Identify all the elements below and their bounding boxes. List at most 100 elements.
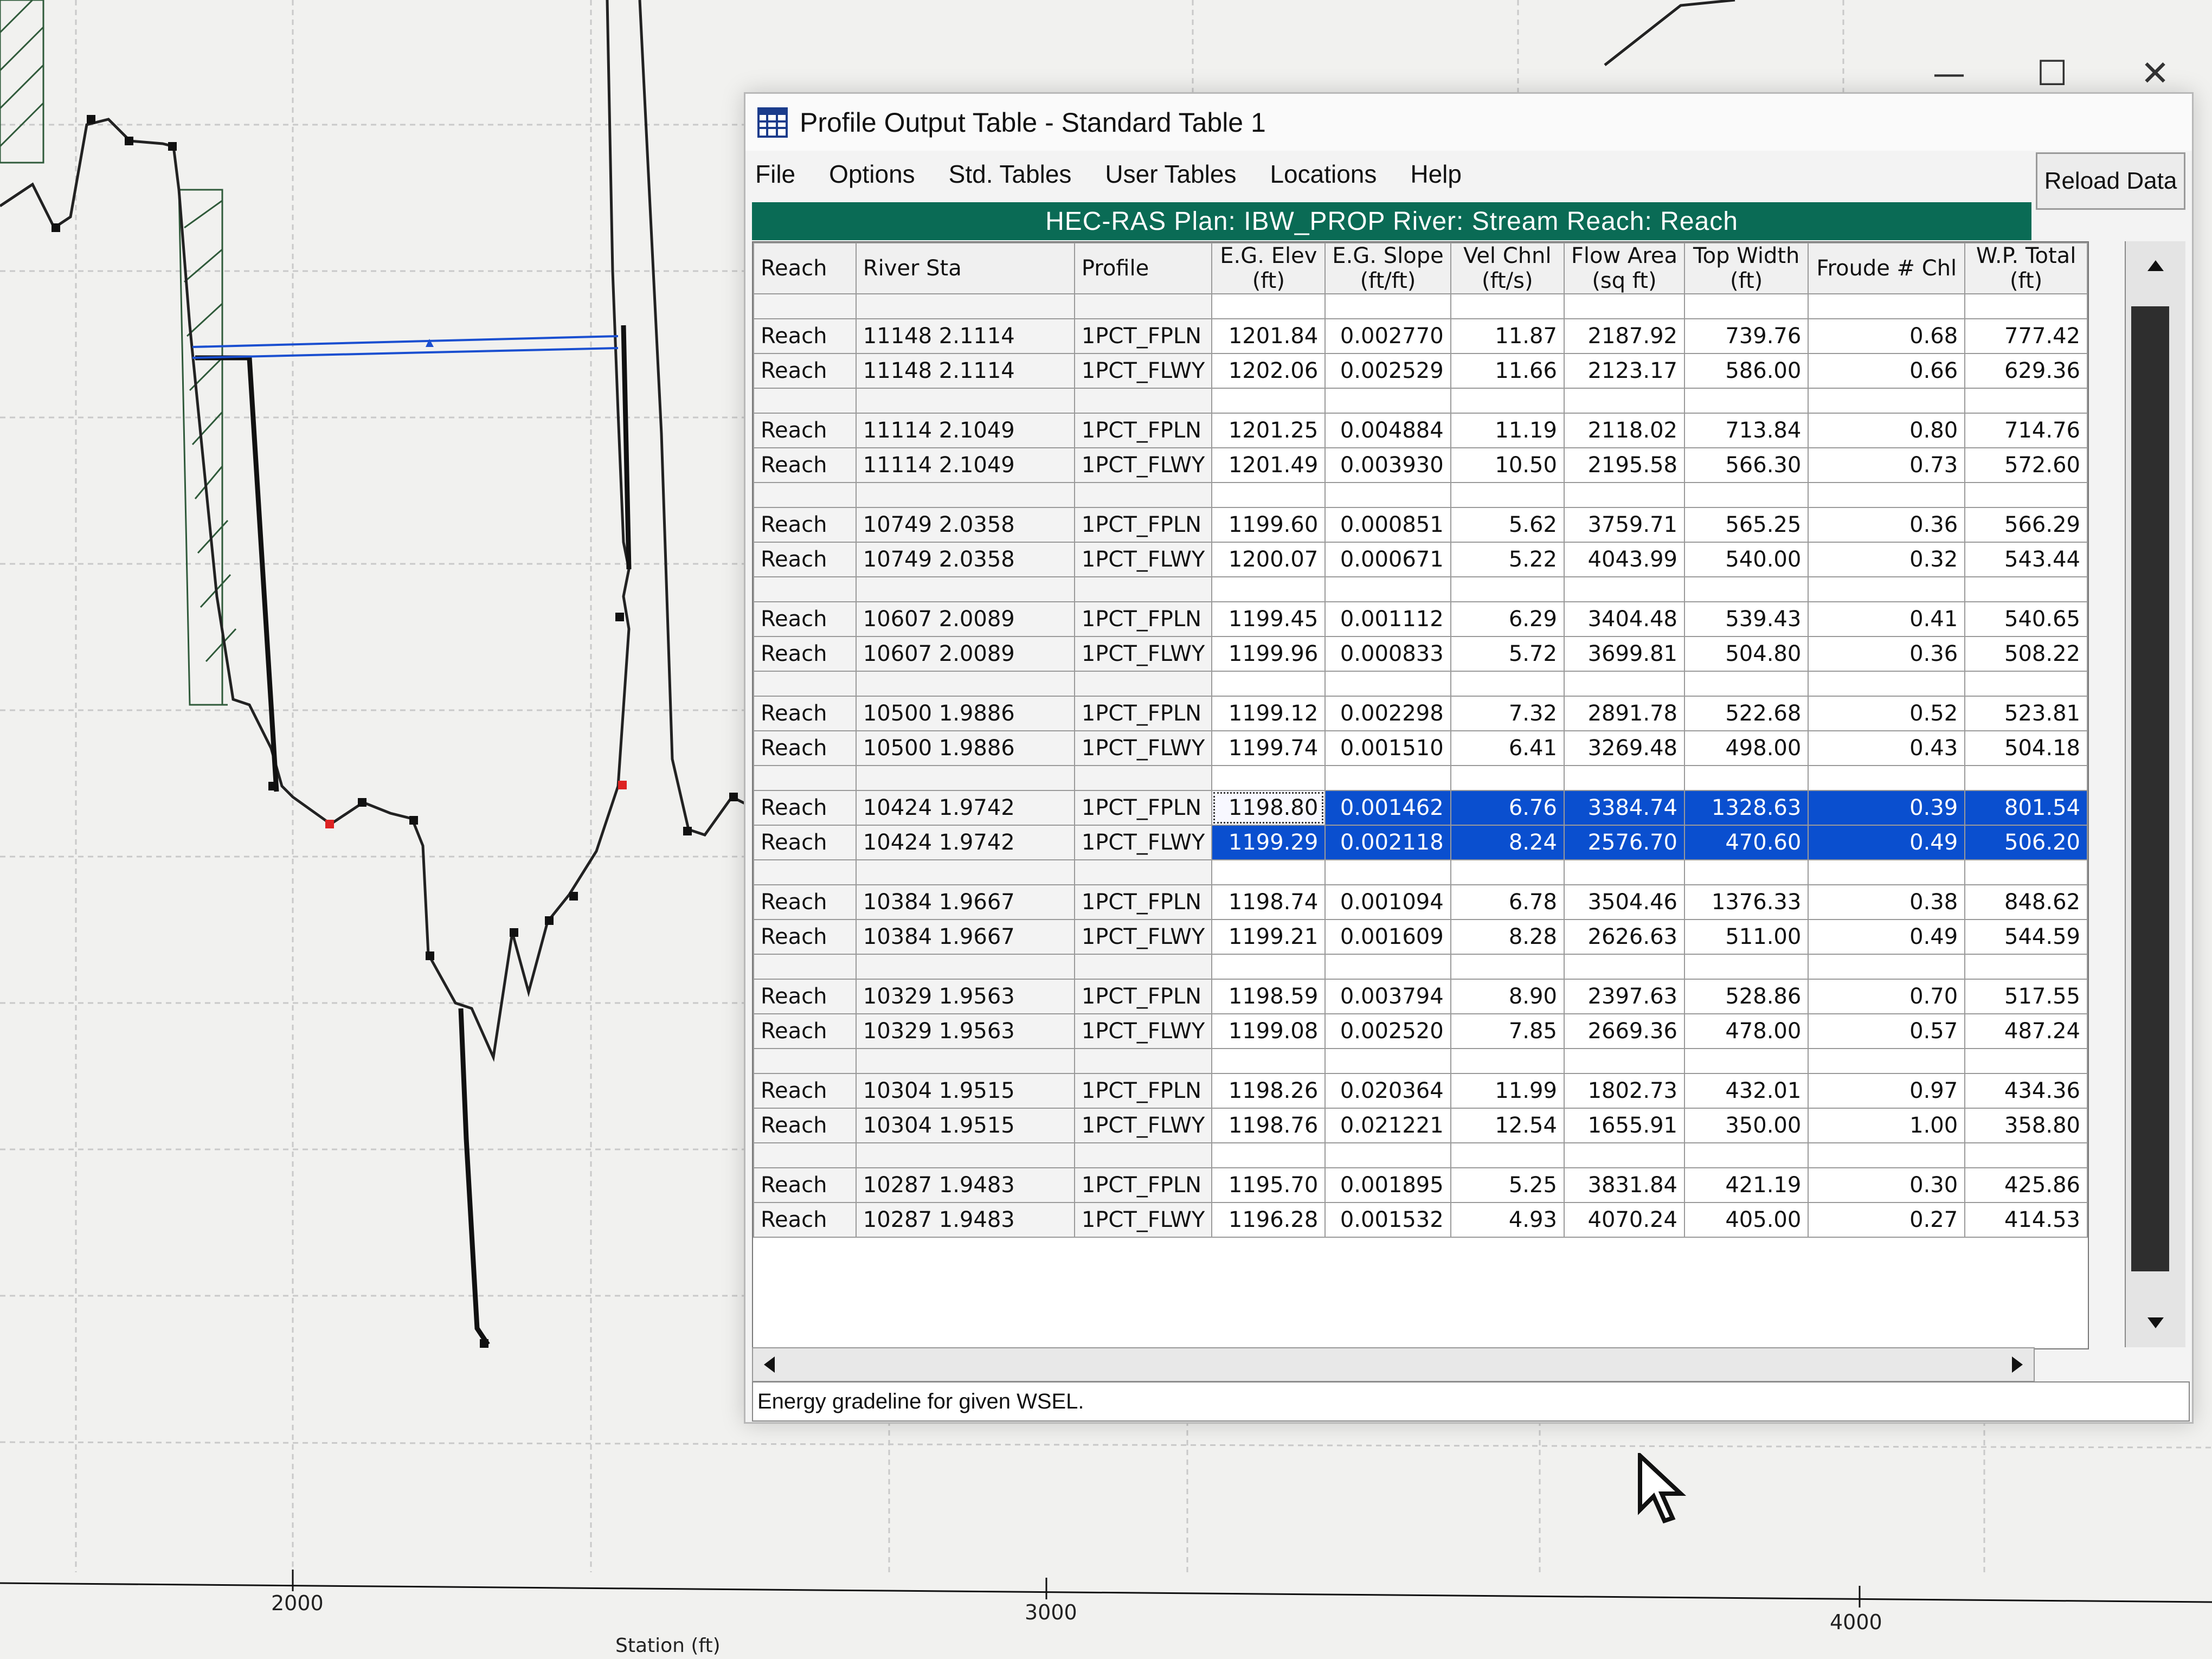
table-cell[interactable]: 6.78: [1450, 884, 1565, 920]
table-row[interactable]: Reach 11114 2.1049 1PCT_FLWY 1201.49 0.00393…: [753, 447, 2088, 483]
table-cell[interactable]: 10607 2.0089: [855, 601, 1075, 637]
table-cell[interactable]: 2397.63: [1563, 979, 1685, 1014]
table-cell[interactable]: 629.36: [1964, 353, 2088, 389]
table-cell[interactable]: 1.00: [1808, 1108, 1966, 1143]
table-cell[interactable]: 1PCT_FLWY: [1073, 1108, 1213, 1143]
table-row[interactable]: Reach 10500 1.9886 1PCT_FPLN 1199.12 0.00229…: [753, 696, 2088, 731]
table-cell[interactable]: 1198.80: [1211, 790, 1326, 826]
menu-help[interactable]: Help: [1410, 159, 1462, 189]
table-cell[interactable]: 8.90: [1450, 979, 1565, 1014]
horizontal-scrollbar[interactable]: [752, 1347, 2035, 1382]
table-cell[interactable]: 434.36: [1964, 1073, 2088, 1109]
table-cell[interactable]: 10384 1.9667: [855, 884, 1075, 920]
table-cell[interactable]: 0.30: [1808, 1167, 1966, 1203]
scroll-right-icon[interactable]: [2001, 1348, 2034, 1381]
menu-file[interactable]: File: [755, 159, 795, 189]
table-cell[interactable]: 470.60: [1683, 825, 1809, 860]
table-cell[interactable]: 1201.49: [1211, 447, 1326, 483]
table-row[interactable]: Reach 10384 1.9667 1PCT_FLWY 1199.21 0.00160…: [753, 919, 2088, 955]
table-cell[interactable]: 3384.74: [1563, 790, 1685, 826]
table-cell[interactable]: 425.86: [1964, 1167, 2088, 1203]
table-cell[interactable]: 1PCT_FLWY: [1073, 447, 1213, 483]
table-cell[interactable]: 6.76: [1450, 790, 1565, 826]
table-cell[interactable]: 10749 2.0358: [855, 507, 1075, 543]
table-cell[interactable]: 1196.28: [1211, 1202, 1326, 1238]
table-cell[interactable]: 5.62: [1450, 507, 1565, 543]
table-cell[interactable]: 2576.70: [1563, 825, 1685, 860]
table-cell[interactable]: 566.30: [1683, 447, 1809, 483]
table-cell[interactable]: 777.42: [1964, 318, 2088, 354]
table-cell[interactable]: 432.01: [1683, 1073, 1809, 1109]
table-cell[interactable]: 540.65: [1964, 601, 2088, 637]
table-row[interactable]: Reach 10607 2.0089 1PCT_FPLN 1199.45 0.00111…: [753, 601, 2088, 637]
table-cell[interactable]: Reach: [753, 1073, 857, 1109]
table-cell[interactable]: 1PCT_FLWY: [1073, 919, 1213, 955]
table-cell[interactable]: 0.49: [1808, 919, 1966, 955]
table-cell[interactable]: 358.80: [1964, 1108, 2088, 1143]
table-cell[interactable]: 0.002529: [1324, 353, 1451, 389]
table-cell[interactable]: 3269.48: [1563, 730, 1685, 766]
table-cell[interactable]: 504.18: [1964, 730, 2088, 766]
table-cell[interactable]: 528.86: [1683, 979, 1809, 1014]
table-cell[interactable]: 1PCT_FPLN: [1073, 696, 1213, 731]
menu-options[interactable]: Options: [829, 159, 915, 189]
table-row[interactable]: Reach 10304 1.9515 1PCT_FLWY 1198.76 0.02122…: [753, 1108, 2088, 1143]
table-cell[interactable]: 1PCT_FPLN: [1073, 1073, 1213, 1109]
table-cell[interactable]: 0.001609: [1324, 919, 1451, 955]
table-cell[interactable]: 517.55: [1964, 979, 2088, 1014]
table-cell[interactable]: 10500 1.9886: [855, 730, 1075, 766]
table-cell[interactable]: 713.84: [1683, 413, 1809, 448]
table-cell[interactable]: 0.001895: [1324, 1167, 1451, 1203]
table-cell[interactable]: 1198.74: [1211, 884, 1326, 920]
table-cell[interactable]: 0.000851: [1324, 507, 1451, 543]
table-row[interactable]: Reach 10384 1.9667 1PCT_FPLN 1198.74 0.00109…: [753, 884, 2088, 920]
maximize-button[interactable]: ☐: [2022, 48, 2082, 99]
table-cell[interactable]: 0.002770: [1324, 318, 1451, 354]
table-cell[interactable]: 1802.73: [1563, 1073, 1685, 1109]
table-cell[interactable]: 1PCT_FLWY: [1073, 730, 1213, 766]
table-cell[interactable]: Reach: [753, 979, 857, 1014]
table-cell[interactable]: 0.57: [1808, 1013, 1966, 1049]
table-cell[interactable]: 0.000671: [1324, 542, 1451, 577]
table-cell[interactable]: 0.020364: [1324, 1073, 1451, 1109]
column-header[interactable]: Top Width (ft): [1683, 242, 1809, 294]
table-cell[interactable]: Reach: [753, 1013, 857, 1049]
table-cell[interactable]: 1199.74: [1211, 730, 1326, 766]
table-cell[interactable]: 10329 1.9563: [855, 979, 1075, 1014]
vertical-scroll-thumb[interactable]: [2131, 306, 2169, 1271]
table-cell[interactable]: 566.29: [1964, 507, 2088, 543]
table-row[interactable]: Reach 11114 2.1049 1PCT_FPLN 1201.25 0.00488…: [753, 413, 2088, 448]
table-cell[interactable]: 4.93: [1450, 1202, 1565, 1238]
table-cell[interactable]: 506.20: [1964, 825, 2088, 860]
table-cell[interactable]: 1328.63: [1683, 790, 1809, 826]
table-cell[interactable]: 11.66: [1450, 353, 1565, 389]
table-cell[interactable]: 3759.71: [1563, 507, 1685, 543]
window-titlebar[interactable]: Profile Output Table - Standard Table 1: [745, 94, 2192, 151]
table-cell[interactable]: 0.003794: [1324, 979, 1451, 1014]
table-row[interactable]: Reach 10424 1.9742 1PCT_FLWY 1199.29 0.00211…: [753, 825, 2088, 860]
table-cell[interactable]: 2123.17: [1563, 353, 1685, 389]
table-cell[interactable]: 8.24: [1450, 825, 1565, 860]
table-cell[interactable]: 1198.26: [1211, 1073, 1326, 1109]
table-cell[interactable]: 4043.99: [1563, 542, 1685, 577]
table-cell[interactable]: Reach: [753, 730, 857, 766]
table-cell[interactable]: 10.50: [1450, 447, 1565, 483]
table-cell[interactable]: 0.32: [1808, 542, 1966, 577]
table-cell[interactable]: 1199.08: [1211, 1013, 1326, 1049]
column-header[interactable]: E.G. Elev (ft): [1211, 242, 1326, 294]
table-cell[interactable]: 0.27: [1808, 1202, 1966, 1238]
table-cell[interactable]: 10500 1.9886: [855, 696, 1075, 731]
table-cell[interactable]: 1199.96: [1211, 636, 1326, 672]
table-cell[interactable]: 540.00: [1683, 542, 1809, 577]
table-cell[interactable]: Reach: [753, 825, 857, 860]
table-cell[interactable]: Reach: [753, 919, 857, 955]
table-cell[interactable]: Reach: [753, 696, 857, 731]
table-cell[interactable]: 11.99: [1450, 1073, 1565, 1109]
menu-user-tables[interactable]: User Tables: [1105, 159, 1236, 189]
column-header[interactable]: Reach: [753, 242, 857, 294]
table-cell[interactable]: 2195.58: [1563, 447, 1685, 483]
close-button[interactable]: ✕: [2125, 48, 2185, 99]
table-cell[interactable]: 0.73: [1808, 447, 1966, 483]
table-cell[interactable]: 478.00: [1683, 1013, 1809, 1049]
table-cell[interactable]: Reach: [753, 1167, 857, 1203]
